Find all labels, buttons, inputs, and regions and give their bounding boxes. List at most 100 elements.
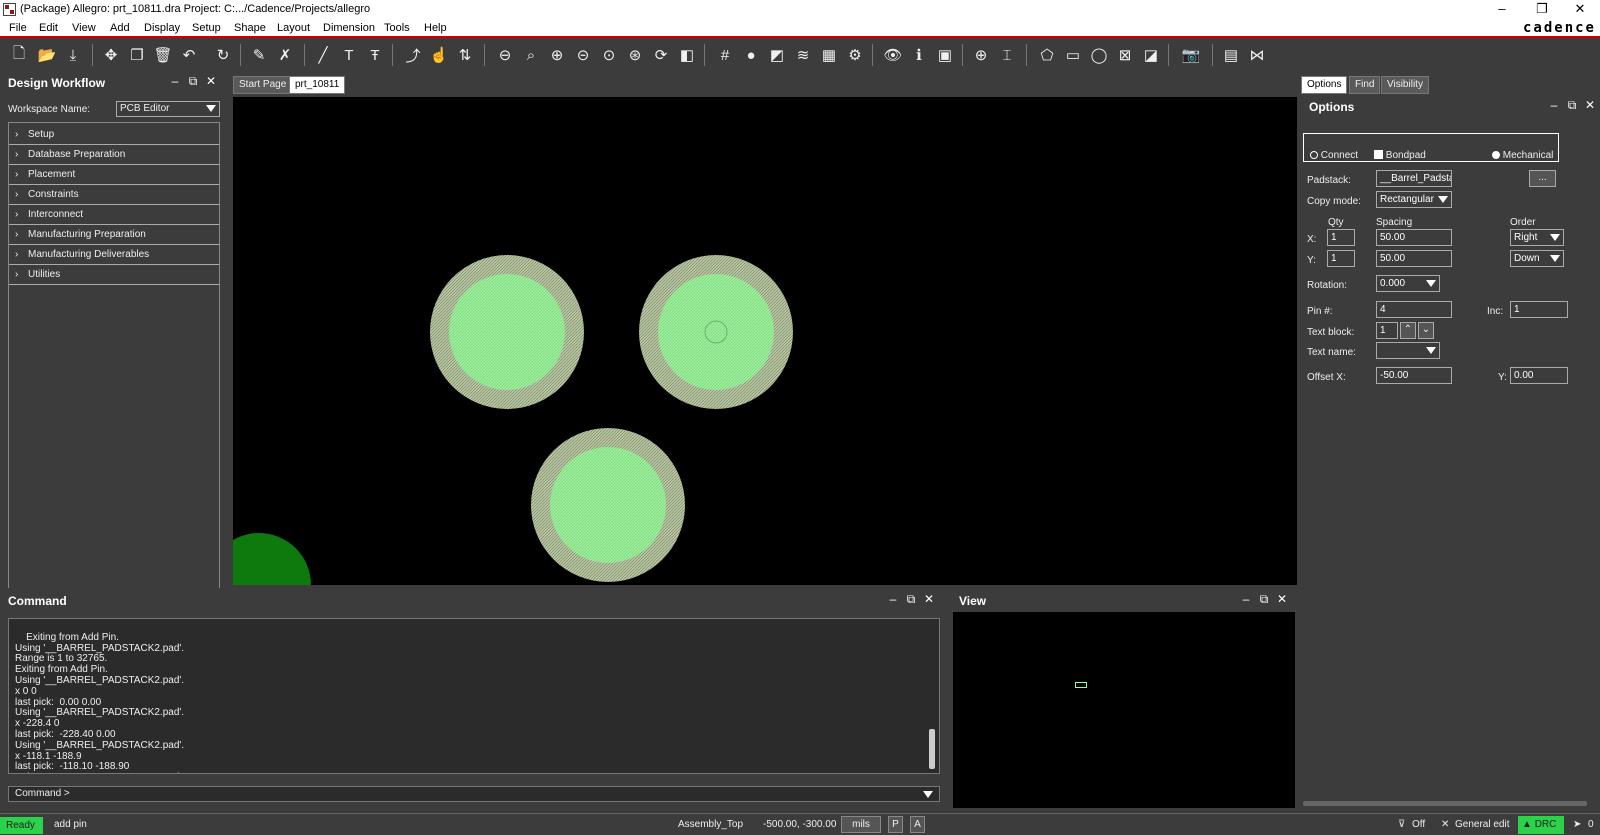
panel-minimize-icon[interactable]: –	[1545, 98, 1563, 112]
pin-type-bondpad[interactable]: Bondpad	[1374, 150, 1426, 161]
status-filter[interactable]: Off	[1412, 819, 1425, 830]
menu-display[interactable]: Display	[144, 22, 180, 34]
workflow-item-setup[interactable]: › Setup	[9, 126, 219, 145]
panel-close-icon[interactable]: ✕	[1273, 592, 1291, 606]
menu-tools[interactable]: Tools	[384, 22, 410, 34]
menu-layout[interactable]: Layout	[277, 22, 310, 34]
command-log-scrollbar[interactable]	[929, 729, 935, 769]
layers-icon[interactable]: ≋	[792, 44, 814, 66]
panel-close-icon[interactable]: ✕	[920, 592, 938, 606]
workflow-item-manufacturing-deliverables[interactable]: › Manufacturing Deliverables	[9, 246, 219, 265]
panel-float-icon[interactable]: ⧉	[1563, 98, 1581, 113]
add-text-icon[interactable]: T	[338, 44, 360, 66]
shape-edit-icon[interactable]: ◪	[1140, 44, 1162, 66]
redraw-icon[interactable]: ⟳	[650, 44, 672, 66]
fix-icon[interactable]: ✎	[248, 44, 270, 66]
filter-icon[interactable]: ⊽	[1398, 819, 1405, 830]
design-canvas[interactable]	[233, 97, 1297, 585]
bowtie-icon[interactable]: ⋈	[1246, 44, 1268, 66]
pin-2[interactable]	[639, 255, 793, 409]
report-icon[interactable]: ▤	[1220, 44, 1242, 66]
padstack-field[interactable]: __Barrel_Padstack	[1376, 170, 1452, 187]
command-input[interactable]: Command >	[8, 786, 940, 802]
package-icon[interactable]: ▣	[934, 44, 956, 66]
x-spacing-field[interactable]: 50.00	[1376, 229, 1452, 246]
pick-button[interactable]: P	[888, 816, 903, 833]
panel-minimize-icon[interactable]: –	[166, 74, 184, 88]
text-name-select[interactable]	[1376, 342, 1440, 359]
menu-help[interactable]: Help	[424, 22, 447, 34]
x-order-select[interactable]: Right	[1510, 229, 1564, 246]
shape-rect-icon[interactable]: ▭	[1062, 44, 1084, 66]
panel-minimize-icon[interactable]: –	[1237, 592, 1255, 606]
horizontal-scrollbar[interactable]	[1303, 801, 1587, 806]
unfix-icon[interactable]: ✗	[274, 44, 296, 66]
workflow-item-utilities[interactable]: › Utilities	[9, 266, 219, 285]
tab-prt-10811[interactable]: prt_10811	[289, 76, 346, 94]
color-icon[interactable]: ●	[740, 44, 762, 66]
dimension-icon[interactable]: ⌶	[996, 44, 1018, 66]
menu-setup[interactable]: Setup	[192, 22, 221, 34]
save-icon[interactable]: ⤓	[62, 44, 84, 66]
panel-float-icon[interactable]: ⧉	[1255, 592, 1273, 607]
text-block-up-button[interactable]: ⌃	[1400, 322, 1416, 339]
zoom-in-icon[interactable]: ⊕	[546, 44, 568, 66]
menu-add[interactable]: Add	[110, 22, 130, 34]
screenshot-icon[interactable]: 📷	[1180, 44, 1202, 66]
pin-1[interactable]	[430, 255, 584, 409]
panel-close-icon[interactable]: ✕	[1581, 98, 1599, 112]
text-block-down-button[interactable]: ⌄	[1418, 322, 1434, 339]
panel-minimize-icon[interactable]: –	[884, 592, 902, 606]
new-file-icon[interactable]: 🗋	[8, 44, 30, 66]
tab-start-page[interactable]: Start Page	[233, 76, 293, 94]
status-mode[interactable]: General edit	[1455, 819, 1509, 830]
workflow-item-constraints[interactable]: › Constraints	[9, 186, 219, 205]
tab-options[interactable]: Options	[1301, 76, 1348, 94]
delete-icon[interactable]: 🗑	[152, 44, 174, 66]
menu-edit[interactable]: Edit	[39, 22, 58, 34]
spreadsheet-icon[interactable]: ▦	[818, 44, 840, 66]
copy-icon[interactable]: ❐	[126, 44, 148, 66]
text-block-field[interactable]: 1	[1376, 322, 1398, 339]
status-units[interactable]: mils	[841, 816, 881, 833]
status-active-layer[interactable]: Assembly_Top	[678, 819, 743, 830]
shape-add-icon[interactable]: ⬠	[1036, 44, 1058, 66]
menu-dimension[interactable]: Dimension	[323, 22, 375, 34]
void-icon[interactable]: ⊠	[1114, 44, 1136, 66]
pin-3[interactable]	[531, 428, 685, 582]
pin-type-mechanical[interactable]: Mechanical	[1492, 150, 1553, 161]
zoom-center-icon[interactable]: ⊛	[624, 44, 646, 66]
y-order-select[interactable]: Down	[1510, 250, 1564, 267]
shape-circle-icon[interactable]: ◯	[1088, 44, 1110, 66]
restore-button[interactable]: ❐	[1522, 0, 1562, 20]
visibility-icon[interactable]: 👁	[882, 44, 904, 66]
y-qty-field[interactable]: 1	[1327, 250, 1355, 267]
add-pin-icon[interactable]: ⊕	[970, 44, 992, 66]
minimize-button[interactable]: –	[1482, 0, 1522, 20]
pin-type-connect[interactable]: Connect	[1310, 150, 1358, 161]
menu-file[interactable]: File	[9, 22, 27, 34]
world-view-canvas[interactable]	[953, 612, 1295, 808]
tab-visibility[interactable]: Visibility	[1381, 76, 1429, 94]
panel-float-icon[interactable]: ⧉	[184, 74, 202, 89]
shadow-icon[interactable]: ◩	[766, 44, 788, 66]
menu-shape[interactable]: Shape	[234, 22, 266, 34]
open-folder-icon[interactable]: 📂	[36, 44, 58, 66]
offset-x-field[interactable]: -50.00	[1376, 367, 1452, 384]
panel-close-icon[interactable]: ✕	[202, 74, 220, 88]
x-qty-field[interactable]: 1	[1327, 229, 1355, 246]
menu-view[interactable]: View	[72, 22, 96, 34]
copy-mode-select[interactable]: Rectangular	[1376, 191, 1452, 208]
zoom-world-icon[interactable]: ⊙	[598, 44, 620, 66]
zoom-fit-icon[interactable]: ⌕	[520, 44, 542, 66]
swap-icon[interactable]: ⇅	[454, 44, 476, 66]
general-edit-icon[interactable]: ✕	[1441, 819, 1449, 830]
close-button[interactable]: ✕	[1560, 0, 1600, 20]
status-drc[interactable]: ▲ DRC	[1518, 816, 1564, 834]
add-line-icon[interactable]: ╱	[312, 44, 334, 66]
workflow-item-database-preparation[interactable]: › Database Preparation	[9, 146, 219, 165]
y-spacing-field[interactable]: 50.00	[1376, 250, 1452, 267]
workspace-name-select[interactable]: PCB Editor	[116, 101, 220, 117]
panel-float-icon[interactable]: ⧉	[902, 592, 920, 607]
slide-icon[interactable]: ☝	[428, 44, 450, 66]
